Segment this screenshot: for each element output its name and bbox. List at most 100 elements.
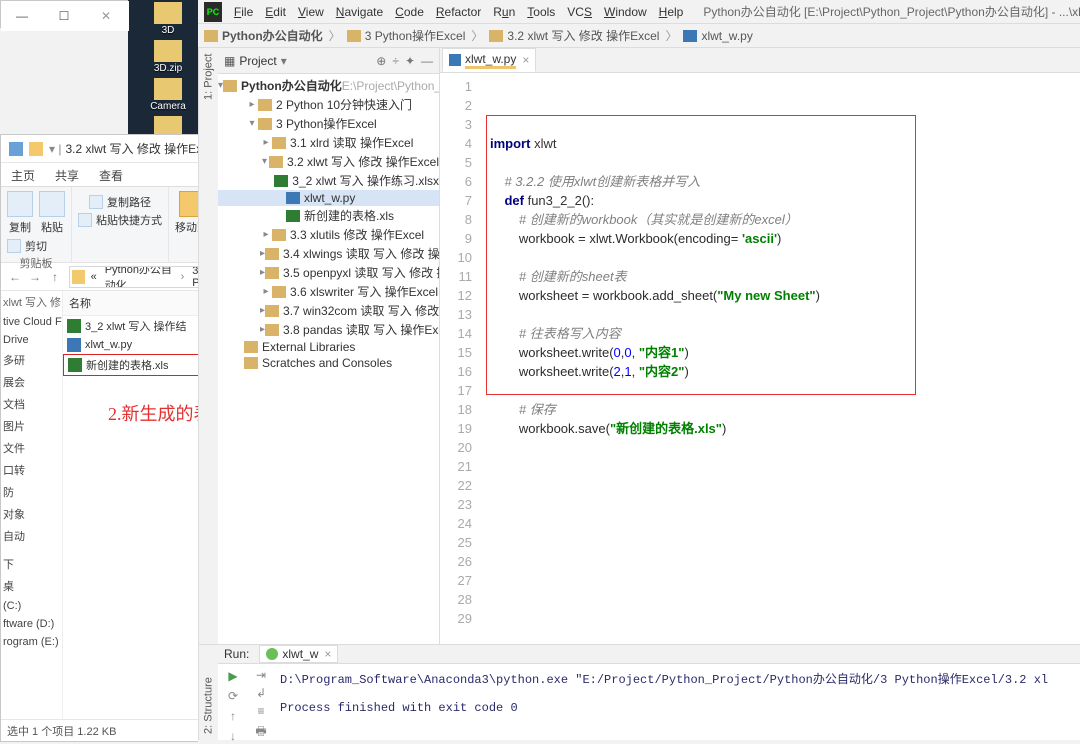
ide-left-toolwindow-bar[interactable]: 1: Project	[198, 48, 218, 644]
folder-icon	[204, 30, 218, 42]
hide-icon[interactable]: —	[421, 54, 433, 68]
filter-icon[interactable]: ⇥	[256, 668, 266, 682]
tree-item[interactable]: ▸2 Python 10分钟快速入门	[218, 95, 439, 114]
tree-item[interactable]: Scratches and Consoles	[218, 355, 439, 371]
tree-item[interactable]: ▸3.1 xlrd 读取 操作Excel	[218, 133, 439, 152]
menu-window[interactable]: Window	[598, 5, 653, 19]
nav-fwd-icon[interactable]: →	[25, 267, 45, 287]
tree-item[interactable]: 新创建的表格.xls	[218, 206, 439, 225]
tree-item[interactable]: ▸3.7 win32com 读取 写入 修改 操作	[218, 301, 439, 320]
chevron-down-icon[interactable]: ▾	[281, 54, 287, 68]
ide-title-path: Python办公自动化 [E:\Project\Python_Project\P…	[703, 3, 1080, 20]
desktop-icon[interactable]: Camera	[128, 76, 208, 114]
nav-item[interactable]: rogram (E:)	[1, 633, 62, 651]
nav-item[interactable]: 桌	[1, 575, 62, 597]
window-close-icon[interactable]: ✕	[85, 2, 127, 30]
nav-item[interactable]: 对象	[1, 503, 62, 525]
menu-help[interactable]: Help	[653, 5, 690, 19]
menu-file[interactable]: File	[228, 5, 259, 19]
up-icon[interactable]: ↑	[225, 708, 241, 724]
close-run-tab-icon[interactable]: ×	[324, 647, 331, 661]
ribbon-tab-home[interactable]: 主页	[1, 163, 45, 186]
nav-item[interactable]: Drive	[1, 331, 62, 349]
wrap-icon[interactable]: ↲	[256, 686, 266, 700]
desktop-icon[interactable]: 3D.zip	[128, 38, 208, 76]
tree-item[interactable]: xlwt_w.py	[218, 190, 439, 206]
structure-toolwindow-bar[interactable]: 2: Structure	[198, 645, 218, 740]
explorer-titlebar[interactable]: ▾ | 3.2 xlwt 写入 修改 操作Excel	[1, 135, 229, 163]
divide-icon[interactable]: ÷	[392, 54, 399, 68]
window-minimize-icon[interactable]: —	[1, 2, 43, 30]
nav-back-icon[interactable]: ←	[5, 267, 25, 287]
explorer-nav-pane[interactable]: xlwt 写入 修 tive Cloud F Drive 多研 展会 文档 图片…	[1, 291, 63, 719]
python-icon	[67, 338, 81, 352]
menu-tools[interactable]: Tools	[521, 5, 561, 19]
tree-item[interactable]: External Libraries	[218, 339, 439, 355]
window-maximize-icon[interactable]: ☐	[43, 2, 85, 30]
copy-button[interactable]: 复制	[7, 191, 33, 235]
nav-item[interactable]: 下	[1, 553, 62, 575]
tree-item[interactable]: ▸3.3 xlutils 修改 操作Excel	[218, 225, 439, 244]
tree-item[interactable]: ▸3.6 xlswriter 写入 操作Excel	[218, 282, 439, 301]
menu-edit[interactable]: Edit	[259, 5, 292, 19]
code-editor[interactable]: 1234567891011121314151617181920212223242…	[440, 73, 1080, 689]
nav-item[interactable]: 自动	[1, 525, 62, 547]
tree-item[interactable]: ▸3.5 openpyxl 读取 写入 修改 操作E	[218, 263, 439, 282]
stop-icon[interactable]: ⟳	[225, 688, 241, 704]
breadcrumb-item[interactable]: 3 Python操作Excel	[341, 27, 472, 44]
tree-root[interactable]: ▾Python办公自动化 E:\Project\Python_Proj	[218, 76, 439, 95]
nav-item[interactable]: 文件	[1, 437, 62, 459]
scroll-icon[interactable]: ≡	[257, 704, 264, 718]
nav-item[interactable]: tive Cloud F	[1, 313, 62, 331]
nav-item[interactable]: 图片	[1, 415, 62, 437]
code-content[interactable]: import xlwt # 3.2.2 使用xlwt创建新表格并写入 def f…	[480, 73, 1080, 689]
menu-refactor[interactable]: Refactor	[430, 5, 487, 19]
paste-shortcut-button[interactable]: 粘贴快捷方式	[78, 212, 162, 228]
menu-view[interactable]: View	[292, 5, 330, 19]
menu-vcs[interactable]: VCS	[561, 5, 598, 19]
nav-item[interactable]: 展会	[1, 371, 62, 393]
nav-up-icon[interactable]: ↑	[45, 267, 65, 287]
nav-item[interactable]: 文档	[1, 393, 62, 415]
desktop-area: 3D 3D.zip Camera SMC606	[128, 0, 208, 135]
menu-run[interactable]: Run	[487, 5, 521, 19]
menu-code[interactable]: Code	[389, 5, 430, 19]
tree-item[interactable]: 3_2 xlwt 写入 操作练习.xlsx	[218, 171, 439, 190]
close-tab-icon[interactable]: ×	[522, 53, 529, 67]
run-tab[interactable]: xlwt_w ×	[259, 645, 338, 663]
nav-item[interactable]: (C:)	[1, 597, 62, 615]
breadcrumb-item[interactable]: Python办公自动化	[198, 27, 329, 44]
print-icon[interactable]: 🖶	[255, 722, 266, 743]
paste-button[interactable]: 粘贴	[39, 191, 65, 235]
ribbon-tab-share[interactable]: 共享	[45, 163, 89, 186]
nav-item[interactable]: 多研	[1, 349, 62, 371]
tree-item[interactable]: ▾3.2 xlwt 写入 修改 操作Excel	[218, 152, 439, 171]
project-tree[interactable]: ▾Python办公自动化 E:\Project\Python_Proj▸2 Py…	[218, 74, 439, 644]
cut-button[interactable]: 剪切	[7, 238, 47, 254]
run-ok-icon	[266, 648, 278, 660]
nav-item[interactable]: ftware (D:)	[1, 615, 62, 633]
nav-item[interactable]: 防	[1, 481, 62, 503]
copy-path-button[interactable]: 复制路径	[89, 194, 151, 210]
project-panel-header[interactable]: ▦ Project ▾ ⊕ ÷ ✦ —	[218, 48, 439, 74]
xls-icon	[68, 358, 82, 372]
tree-item[interactable]: ▾3 Python操作Excel	[218, 114, 439, 133]
file-explorer-window: ▾ | 3.2 xlwt 写入 修改 操作Excel 主页 共享 查看 ? 复制…	[0, 134, 230, 742]
breadcrumb-item[interactable]: 3.2 xlwt 写入 修改 操作Excel	[483, 27, 665, 44]
desktop-icon[interactable]: 3D	[128, 0, 208, 38]
rerun-icon[interactable]: ▶	[225, 668, 241, 684]
explorer-title: 3.2 xlwt 写入 修改 操作Excel	[65, 140, 217, 157]
editor-tabs: xlwt_w.py ×	[440, 48, 1080, 73]
editor-tab[interactable]: xlwt_w.py ×	[442, 48, 536, 72]
gear-icon[interactable]: ✦	[405, 54, 415, 68]
nav-item[interactable]: 口转	[1, 459, 62, 481]
pycharm-ide: PC File Edit View Navigate Code Refactor…	[198, 0, 1080, 742]
tree-item[interactable]: ▸3.4 xlwings 读取 写入 修改 操作Ex	[218, 244, 439, 263]
editor-area: xlwt_w.py × 1234567891011121314151617181…	[440, 48, 1080, 644]
tree-item[interactable]: ▸3.8 pandas 读取 写入 操作Excel	[218, 320, 439, 339]
collapse-icon[interactable]: ⊕	[376, 54, 386, 68]
breadcrumb-item[interactable]: xlwt_w.py	[677, 29, 758, 43]
line-gutter: 1234567891011121314151617181920212223242…	[440, 73, 480, 689]
menu-navigate[interactable]: Navigate	[330, 5, 389, 19]
ribbon-tab-view[interactable]: 查看	[89, 163, 133, 186]
